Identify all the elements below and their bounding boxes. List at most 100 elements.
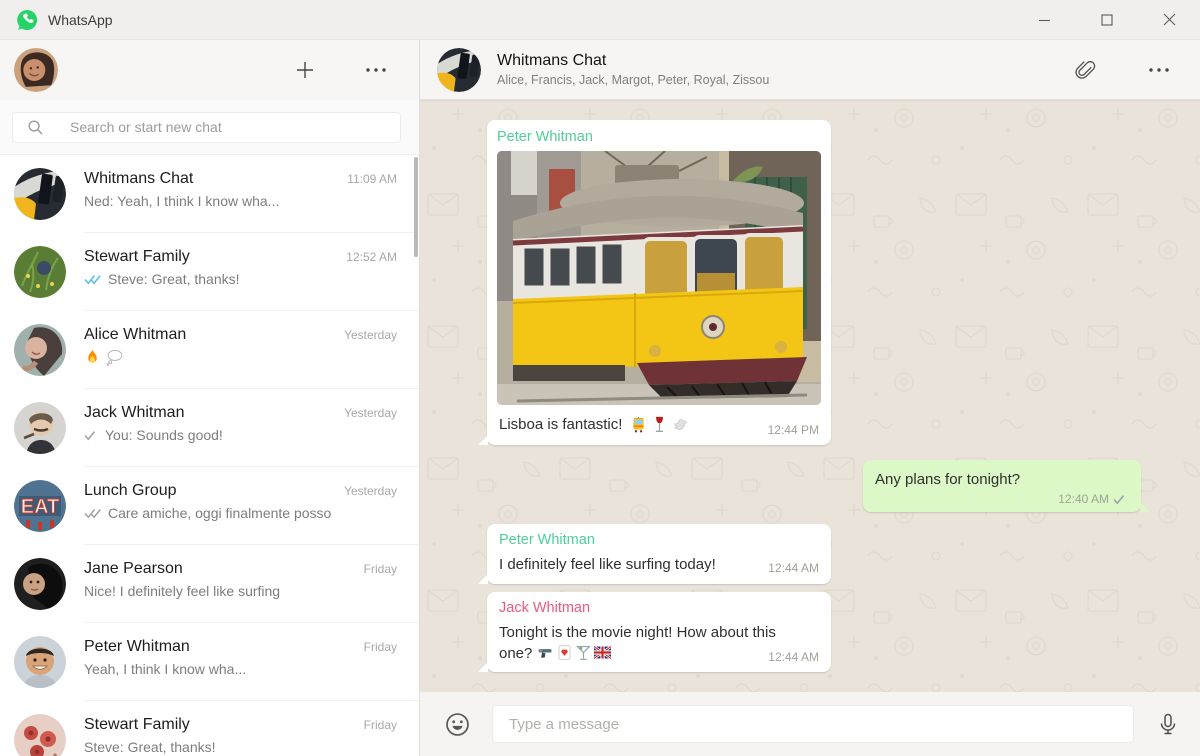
dove-emoji <box>672 416 689 433</box>
message-meta: 12:40 AM <box>875 492 1129 506</box>
chat-avatar <box>14 246 66 298</box>
close-button[interactable] <box>1138 0 1200 39</box>
caption-text: Lisboa is fantastic! <box>499 416 623 433</box>
chat-time: Friday <box>363 640 397 654</box>
chat-preview-text: Steve: Great, thanks! <box>108 271 240 287</box>
chat-time: Yesterday <box>344 484 397 498</box>
chat-list-item[interactable]: Jack Whitman Yesterday You: Sounds good! <box>0 389 419 467</box>
attach-button[interactable] <box>1070 56 1098 84</box>
chat-header-actions <box>1070 56 1172 84</box>
chat-preview-text: Yeah, I think I know wha... <box>84 661 247 677</box>
chat-name: Jane Pearson <box>84 560 183 577</box>
chat-avatar <box>14 402 66 454</box>
mic-button[interactable] <box>1154 710 1182 738</box>
chat-preview-text: Steve: Great, thanks! <box>84 739 216 755</box>
chat-avatar <box>14 714 66 756</box>
sidebar-menu-button[interactable] <box>363 65 389 75</box>
window-controls <box>1014 0 1200 39</box>
chat-pane: Whitmans Chat Alice, Francis, Jack, Marg… <box>420 40 1200 756</box>
chat-avatar <box>14 636 66 688</box>
message-outgoing[interactable]: Any plans for tonight? 12:40 AM <box>863 460 1150 512</box>
wine-emoji <box>651 416 668 433</box>
svg-text:EAT: EAT <box>21 496 60 518</box>
message-time: 12:44 AM <box>768 650 819 664</box>
tram-emoji <box>630 416 647 433</box>
maximize-button[interactable] <box>1076 0 1138 39</box>
chat-list-item[interactable]: Stewart Family Friday Steve: Great, thanks… <box>0 701 419 756</box>
sidebar-header <box>0 40 419 100</box>
chat-preview: Ned: Yeah, I think I know wha... <box>84 193 397 209</box>
chat-header-info[interactable]: Whitmans Chat Alice, Francis, Jack, Marg… <box>497 52 769 87</box>
message-incoming[interactable]: Jack Whitman Tonight is the movie night!… <box>478 592 831 672</box>
chat-avatar <box>14 558 66 610</box>
cocktail-emoji <box>575 644 592 661</box>
message-status-icon <box>1113 494 1129 505</box>
message-sender[interactable]: Peter Whitman <box>499 532 819 548</box>
chat-preview: Nice! I definitely feel like surfing <box>84 583 397 599</box>
sidebar: Whitmans Chat 11:09 AM Ned: Yeah, I think … <box>0 40 420 756</box>
chat-list-item[interactable]: Alice Whitman Yesterday <box>0 311 419 389</box>
chat-preview: Yeah, I think I know wha... <box>84 661 397 677</box>
message-text: Tonight is the movie night! How about th… <box>499 624 776 662</box>
chat-avatar <box>14 324 66 376</box>
chat-name: Stewart Family <box>84 716 190 733</box>
minimize-button[interactable] <box>1014 0 1076 39</box>
chat-preview-text: Nice! I definitely feel like surfing <box>84 583 281 599</box>
chat-name: Lunch Group <box>84 482 177 499</box>
chat-time: Yesterday <box>344 406 397 420</box>
heart-card-emoji <box>556 644 573 661</box>
search-box[interactable] <box>12 111 401 143</box>
profile-avatar[interactable] <box>14 48 58 92</box>
search-section <box>0 100 419 155</box>
sidebar-actions <box>293 58 389 82</box>
message-sender[interactable]: Peter Whitman <box>497 129 821 145</box>
new-chat-button[interactable] <box>293 58 317 82</box>
chat-list-item[interactable]: Peter Whitman Friday Yeah, I think I know … <box>0 623 419 701</box>
search-icon <box>27 119 44 136</box>
fire-emoji <box>84 349 101 366</box>
search-input[interactable] <box>70 119 400 135</box>
chat-time: Friday <box>363 562 397 576</box>
titlebar: WhatsApp <box>0 0 1200 40</box>
chat-list-item[interactable]: EAT Lunch Group Yesterday Care amiche, oggi… <box>0 467 419 545</box>
window-title: WhatsApp <box>48 11 113 28</box>
lisbon-tram-photo[interactable] <box>497 151 821 405</box>
message-incoming[interactable]: Peter Whitman I definitely feel like sur… <box>478 524 831 584</box>
uk-flag-emoji <box>593 644 611 661</box>
message-input[interactable] <box>492 705 1134 743</box>
chat-list: Whitmans Chat 11:09 AM Ned: Yeah, I think … <box>0 155 419 756</box>
message-time: 12:40 AM <box>1058 492 1109 506</box>
chat-name: Jack Whitman <box>84 404 185 421</box>
chat-avatar <box>14 168 66 220</box>
caption-emojis <box>630 416 689 433</box>
chat-preview-text: Care amiche, oggi finalmente posso <box>108 505 332 521</box>
message-time: 12:44 PM <box>767 423 819 437</box>
chat-header-avatar[interactable] <box>437 47 481 92</box>
composer-field-wrap <box>492 705 1134 743</box>
chat-preview: You: Sounds good! <box>84 427 397 443</box>
message-text: I definitely feel like surfing today! <box>499 556 716 573</box>
chat-preview: Steve: Great, thanks! <box>84 271 397 287</box>
chat-list-item[interactable]: Whitmans Chat 11:09 AM Ned: Yeah, I think … <box>0 155 419 233</box>
chat-avatar: EAT <box>14 480 66 532</box>
chat-name: Whitmans Chat <box>84 170 194 187</box>
chat-list-item[interactable]: Jane Pearson Friday Nice! I definitely fee… <box>0 545 419 623</box>
main-layout: Whitmans Chat 11:09 AM Ned: Yeah, I think … <box>0 40 1200 756</box>
chat-list-item[interactable]: Stewart Family 12:52 AM Steve: Great, than… <box>0 233 419 311</box>
message-incoming-photo[interactable]: Peter Whitman Lisboa is fantastic! 12:44… <box>478 120 831 445</box>
chat-header: Whitmans Chat Alice, Francis, Jack, Marg… <box>420 40 1200 100</box>
chat-preview: Care amiche, oggi finalmente posso <box>84 505 397 521</box>
gun-emoji <box>537 644 554 661</box>
chat-menu-button[interactable] <box>1146 65 1172 75</box>
sidebar-scrollbar[interactable] <box>414 157 418 257</box>
app-window: WhatsApp Whitmans C <box>0 0 1200 756</box>
message-emojis <box>537 645 613 662</box>
chat-name: Peter Whitman <box>84 638 190 655</box>
message-sender[interactable]: Jack Whitman <box>499 600 819 616</box>
chat-canvas: Peter Whitman Lisboa is fantastic! 12:44… <box>420 100 1200 692</box>
chat-time: 11:09 AM <box>347 172 397 186</box>
emoji-picker-button[interactable] <box>442 709 473 740</box>
chat-name: Alice Whitman <box>84 326 187 343</box>
chat-name: Stewart Family <box>84 248 190 265</box>
message-time: 12:44 AM <box>768 561 819 575</box>
